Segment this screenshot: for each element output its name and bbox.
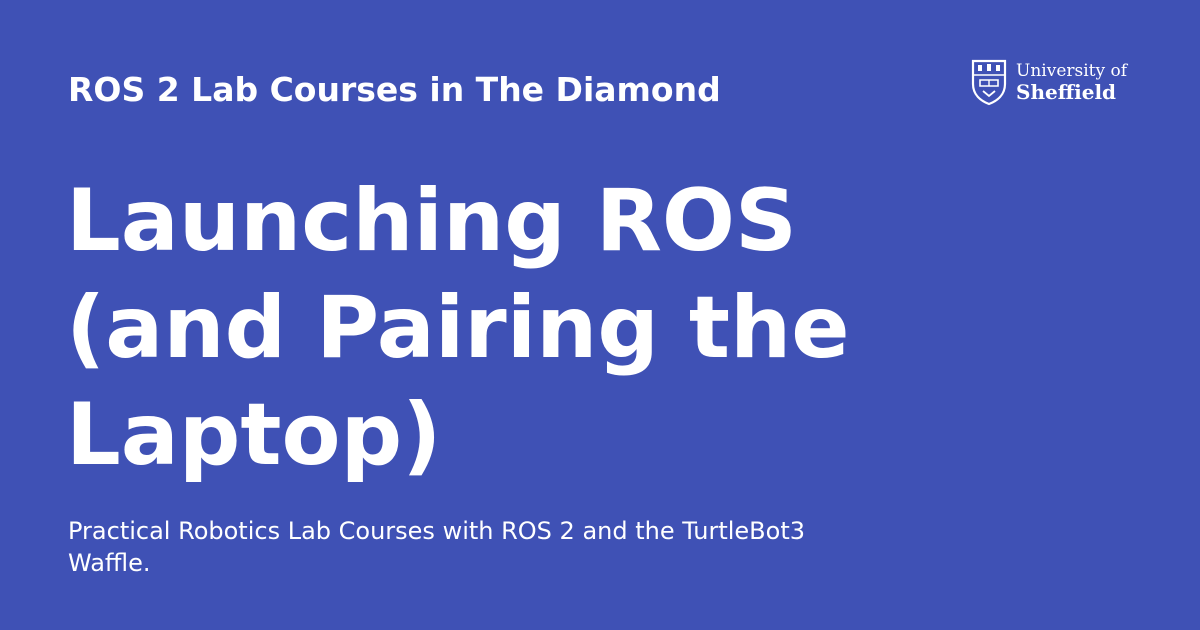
title-line: (and Pairing the (66, 278, 850, 378)
logo-line-sheffield: Sheffield (1016, 80, 1117, 104)
logo-line-university-of: University of (1016, 61, 1128, 81)
university-crest-icon (971, 59, 1007, 106)
university-wordmark: University of Sheffield (1016, 61, 1127, 103)
course-series-label: ROS 2 Lab Courses in The Diamond (68, 70, 721, 109)
page-title: Launching ROS (and Pairing the Laptop) (66, 168, 886, 489)
title-line: Laptop) (66, 385, 442, 485)
course-description: Practical Robotics Lab Courses with ROS … (68, 515, 908, 579)
description-line: Practical Robotics Lab Courses with ROS … (68, 517, 806, 545)
description-line: Waffle. (68, 549, 151, 577)
university-logo: University of Sheffield (970, 58, 1127, 106)
social-card: ROS 2 Lab Courses in The Diamond Univers… (0, 0, 1200, 630)
title-line: Launching ROS (66, 171, 797, 271)
